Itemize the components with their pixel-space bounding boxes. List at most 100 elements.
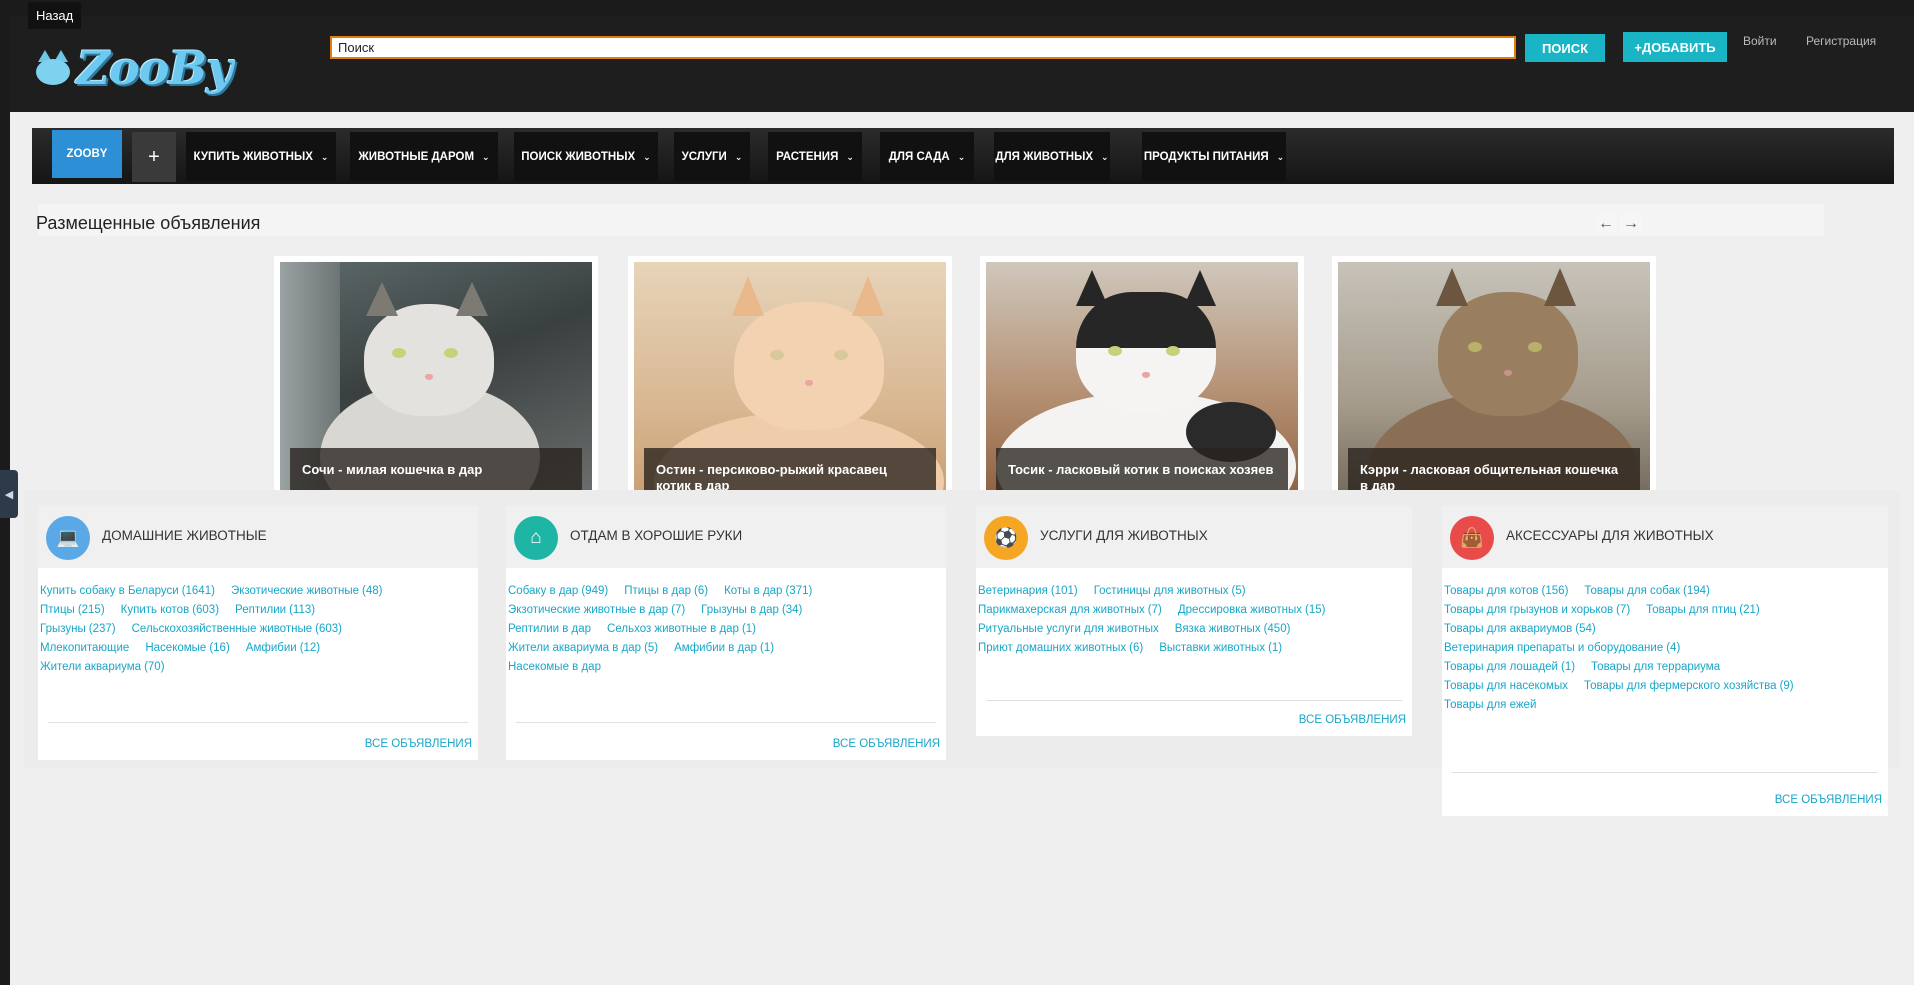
category-title[interactable]: ДОМАШНИЕ ЖИВОТНЫЕ bbox=[102, 528, 267, 543]
sidebar-toggle-icon[interactable]: ◀ bbox=[0, 470, 18, 518]
category-link[interactable]: Товары для ежей bbox=[1444, 696, 1536, 715]
logo[interactable]: ZooBy bbox=[32, 34, 233, 102]
listing-count: (113) bbox=[289, 604, 316, 616]
nav-item-free-animals[interactable]: ЖИВОТНЫЕ ДАРОМ ⌄ bbox=[350, 132, 498, 182]
category-link[interactable]: Купить собаку в Беларуси (1641) bbox=[40, 582, 215, 601]
nav-item-plants[interactable]: РАСТЕНИЯ ⌄ bbox=[768, 132, 862, 182]
link-row: Купить собаку в Беларуси (1641) Экзотическ… bbox=[40, 582, 476, 601]
category-title[interactable]: УСЛУГИ ДЛЯ ЖИВОТНЫХ bbox=[1040, 528, 1208, 543]
category-link[interactable]: Дрессировка животных (15) bbox=[1178, 601, 1326, 620]
link-row: Жители аквариума в дар (5) Амфибии в дар (1… bbox=[508, 639, 944, 658]
category-free-animals: ⌂ ОТДАМ В ХОРОШИЕ РУКИ Собаку в дар (949)… bbox=[506, 506, 946, 760]
ad-photo: Тосик - ласковый котик в поисках хозяев bbox=[986, 262, 1298, 504]
link-row: Товары для насекомых Товары для фермерско… bbox=[1444, 677, 1886, 696]
nav-plus-button[interactable]: + bbox=[132, 132, 176, 182]
nav-item-buy-animals[interactable]: КУПИТЬ ЖИВОТНЫХ ⌄ bbox=[186, 132, 336, 182]
category-link[interactable]: Рептилии (113) bbox=[235, 601, 315, 620]
register-link[interactable]: Регистрация bbox=[1806, 34, 1876, 48]
listing-count: (101) bbox=[1050, 585, 1078, 597]
category-link[interactable]: Грызуны в дар (34) bbox=[701, 601, 802, 620]
bag-icon: 👜 bbox=[1450, 516, 1494, 560]
category-link[interactable]: Коты в дар (371) bbox=[724, 582, 812, 601]
all-listings-link[interactable]: ВСЕ ОБЪЯВЛЕНИЯ bbox=[833, 738, 940, 750]
nav-item-food[interactable]: ПРОДУКТЫ ПИТАНИЯ ⌄ bbox=[1142, 132, 1286, 182]
listing-count: (4) bbox=[1666, 642, 1681, 654]
arrow-right-icon[interactable]: → bbox=[1620, 214, 1642, 234]
category-link[interactable]: Насекомые (16) bbox=[145, 639, 229, 658]
chevron-down-icon: ⌄ bbox=[320, 151, 329, 162]
category-links: Товары для котов (156) Товары для собак (19… bbox=[1444, 582, 1886, 715]
ad-card[interactable]: Кэрри - ласковая общительная кошечка в д… bbox=[1332, 256, 1656, 510]
category-link[interactable]: Товары для лошадей (1) bbox=[1444, 658, 1575, 677]
listing-count: (603) bbox=[192, 604, 220, 616]
listing-count: (7) bbox=[1147, 604, 1162, 616]
category-link[interactable]: Жители аквариума (70) bbox=[40, 658, 165, 677]
category-link[interactable]: Товары для грызунов и хорьков (7) bbox=[1444, 601, 1630, 620]
nav-item-label: ПОИСК ЖИВОТНЫХ bbox=[521, 151, 636, 163]
ad-photo: Кэрри - ласковая общительная кошечка в д… bbox=[1338, 262, 1650, 504]
category-link[interactable]: Экзотические животные (48) bbox=[231, 582, 383, 601]
all-listings-link[interactable]: ВСЕ ОБЪЯВЛЕНИЯ bbox=[1299, 714, 1406, 726]
ad-card[interactable]: Остин - персиково-рыжий красавец котик в… bbox=[628, 256, 952, 510]
listing-count: (1) bbox=[760, 642, 775, 654]
category-link[interactable]: Товары для птиц (21) bbox=[1646, 601, 1760, 620]
category-link[interactable]: Ветеринария (101) bbox=[978, 582, 1078, 601]
category-title[interactable]: ОТДАМ В ХОРОШИЕ РУКИ bbox=[570, 528, 742, 543]
category-link[interactable]: Рептилии в дар bbox=[508, 620, 591, 639]
category-link[interactable]: Жители аквариума в дар (5) bbox=[508, 639, 658, 658]
listing-count: (237) bbox=[88, 623, 116, 635]
category-header: 👜 АКСЕССУАРЫ ДЛЯ ЖИВОТНЫХ bbox=[1442, 506, 1888, 568]
listing-count: (70) bbox=[144, 661, 165, 673]
category-link[interactable]: Грызуны (237) bbox=[40, 620, 116, 639]
search-input[interactable] bbox=[330, 36, 1516, 59]
all-listings-link[interactable]: ВСЕ ОБЪЯВЛЕНИЯ bbox=[1775, 794, 1882, 806]
category-link[interactable]: Товары для насекомых bbox=[1444, 677, 1568, 696]
category-link[interactable]: Товары для террариума bbox=[1591, 658, 1720, 677]
all-listings-link[interactable]: ВСЕ ОБЪЯВЛЕНИЯ bbox=[365, 738, 472, 750]
category-link[interactable]: Сельскохозяйственные животные (603) bbox=[132, 620, 342, 639]
category-link[interactable]: Вязка животных (450) bbox=[1175, 620, 1291, 639]
category-link[interactable]: Товары для собак (194) bbox=[1584, 582, 1709, 601]
add-listing-button[interactable]: +ДОБАВИТЬ bbox=[1623, 32, 1727, 62]
category-link[interactable]: Парикмахерская для животных (7) bbox=[978, 601, 1162, 620]
category-links: Собаку в дар (949) Птицы в дар (6) Коты в да… bbox=[508, 582, 944, 677]
category-link[interactable]: Насекомые в дар bbox=[508, 658, 601, 677]
nav-item-services[interactable]: УСЛУГИ ⌄ bbox=[674, 132, 750, 182]
category-link[interactable]: Амфибии в дар (1) bbox=[674, 639, 774, 658]
search-button[interactable]: ПОИСК bbox=[1525, 34, 1605, 62]
arrow-left-icon[interactable]: ← bbox=[1595, 214, 1617, 234]
nav-item-garden[interactable]: ДЛЯ САДА ⌄ bbox=[880, 132, 974, 182]
login-link[interactable]: Войти bbox=[1743, 34, 1777, 48]
category-link[interactable]: Гостиницы для животных (5) bbox=[1094, 582, 1246, 601]
ad-card[interactable]: Тосик - ласковый котик в поисках хозяев bbox=[980, 256, 1304, 510]
divider bbox=[1452, 772, 1878, 773]
category-link[interactable]: Птицы в дар (6) bbox=[624, 582, 708, 601]
ad-card[interactable]: Сочи - милая кошечка в дар bbox=[274, 256, 598, 510]
category-link[interactable]: Ветеринария препараты и оборудование (4) bbox=[1444, 639, 1680, 658]
listing-count: (5) bbox=[1231, 585, 1246, 597]
category-link[interactable]: Выставки животных (1) bbox=[1159, 639, 1282, 658]
category-link[interactable]: Млекопитающие bbox=[40, 639, 129, 658]
listing-count: (450) bbox=[1263, 623, 1291, 635]
category-link[interactable]: Сельхоз животные в дар (1) bbox=[607, 620, 756, 639]
link-row: Ритуальные услуги для животных Вязка живо… bbox=[978, 620, 1410, 639]
category-link[interactable]: Ритуальные услуги для животных bbox=[978, 620, 1159, 639]
category-link[interactable]: Товары для фермерского хозяйства (9) bbox=[1584, 677, 1794, 696]
nav-item-for-animals[interactable]: ДЛЯ ЖИВОТНЫХ ⌄ bbox=[994, 132, 1110, 182]
category-link[interactable]: Купить котов (603) bbox=[121, 601, 219, 620]
back-tooltip: Назад bbox=[28, 2, 82, 29]
category-title[interactable]: АКСЕССУАРЫ ДЛЯ ЖИВОТНЫХ bbox=[1506, 528, 1714, 543]
listing-count: (1) bbox=[1560, 661, 1576, 673]
category-link[interactable]: Птицы (215) bbox=[40, 601, 105, 620]
category-link[interactable]: Приют домашних животных (6) bbox=[978, 639, 1143, 658]
nav-item-search-animals[interactable]: ПОИСК ЖИВОТНЫХ ⌄ bbox=[514, 132, 658, 182]
category-link[interactable]: Экзотические животные в дар (7) bbox=[508, 601, 685, 620]
chevron-down-icon: ⌄ bbox=[1276, 151, 1285, 162]
category-link[interactable]: Товары для аквариумов (54) bbox=[1444, 620, 1596, 639]
category-pets: 💻 ДОМАШНИЕ ЖИВОТНЫЕ Купить собаку в Бела… bbox=[38, 506, 478, 760]
nav-home-zooby[interactable]: ZOOBY bbox=[52, 130, 122, 178]
category-link[interactable]: Собаку в дар (949) bbox=[508, 582, 608, 601]
listing-count: (194) bbox=[1683, 585, 1710, 597]
category-link[interactable]: Товары для котов (156) bbox=[1444, 582, 1568, 601]
category-link[interactable]: Амфибии (12) bbox=[246, 639, 320, 658]
